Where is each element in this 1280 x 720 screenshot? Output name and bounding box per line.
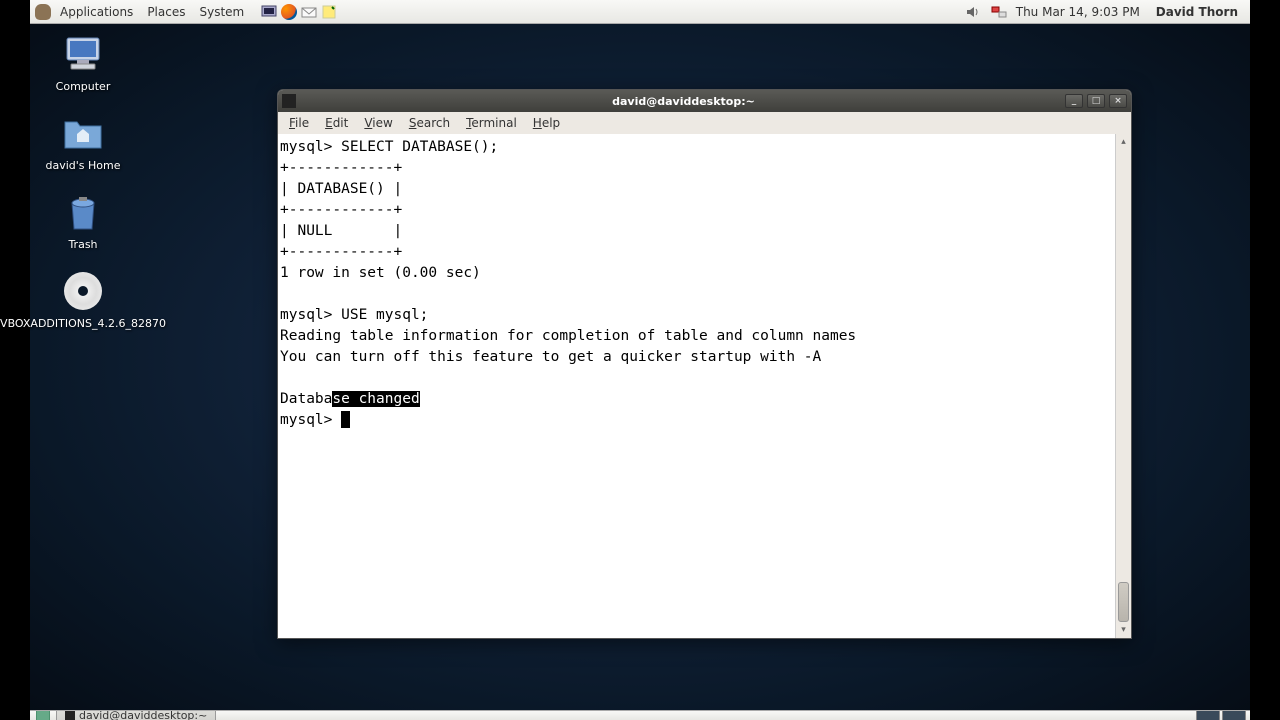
applications-menu[interactable]: Applications	[54, 3, 139, 21]
gnome-menu-icon[interactable]	[34, 3, 52, 21]
clock[interactable]: Thu Mar 14, 9:03 PM	[1016, 5, 1140, 19]
terminal-cursor	[341, 411, 350, 428]
selected-text: se changed	[332, 391, 419, 407]
menu-view[interactable]: View	[357, 114, 399, 132]
scroll-up-icon[interactable]: ▴	[1116, 134, 1131, 150]
desktop-icon-home[interactable]: david's Home	[38, 111, 128, 172]
desktop[interactable]: Applications Places System Thu Mar 14, 9…	[30, 0, 1250, 720]
terminal-window: david@daviddesktop:~ _ □ × File Edit Vie…	[277, 89, 1132, 639]
menu-terminal[interactable]: Terminal	[459, 114, 524, 132]
show-desktop-icon[interactable]	[34, 710, 52, 720]
desktop-icon-vbox[interactable]: VBOXADDITIONS_4.2.6_82870	[38, 269, 128, 330]
scroll-down-icon[interactable]: ▾	[1116, 622, 1131, 638]
places-menu[interactable]: Places	[141, 3, 191, 21]
menu-search[interactable]: Search	[402, 114, 457, 132]
system-menu[interactable]: System	[193, 3, 250, 21]
desktop-icon-label: VBOXADDITIONS_4.2.6_82870	[0, 317, 166, 330]
menu-edit[interactable]: Edit	[318, 114, 355, 132]
user-menu[interactable]: David Thorn	[1148, 5, 1246, 19]
desktop-icon-label: Computer	[56, 80, 111, 93]
menu-file[interactable]: File	[282, 114, 316, 132]
terminal-icon	[282, 94, 296, 108]
firefox-icon[interactable]	[280, 3, 298, 21]
scroll-thumb[interactable]	[1118, 582, 1129, 622]
screenshot-icon[interactable]	[260, 3, 278, 21]
top-panel: Applications Places System Thu Mar 14, 9…	[30, 0, 1250, 24]
menubar: File Edit View Search Terminal Help	[278, 112, 1131, 134]
bottom-panel: david@daviddesktop:~	[30, 710, 1250, 720]
minimize-button[interactable]: _	[1065, 94, 1083, 108]
desktop-icon-label: david's Home	[45, 159, 120, 172]
maximize-button[interactable]: □	[1087, 94, 1105, 108]
desktop-icon-label: Trash	[68, 238, 97, 251]
notes-icon[interactable]	[320, 3, 338, 21]
taskbar-item-terminal[interactable]: david@daviddesktop:~	[56, 710, 216, 720]
close-button[interactable]: ×	[1109, 94, 1127, 108]
workspace-switcher[interactable]	[1196, 710, 1246, 720]
volume-icon[interactable]	[964, 3, 982, 21]
terminal-output[interactable]: mysql> SELECT DATABASE(); +------------+…	[278, 134, 1115, 638]
scrollbar[interactable]: ▴▾	[1115, 134, 1131, 638]
cd-icon	[64, 272, 102, 310]
menu-help[interactable]: Help	[526, 114, 567, 132]
network-icon[interactable]	[990, 3, 1008, 21]
titlebar[interactable]: david@daviddesktop:~ _ □ ×	[278, 90, 1131, 112]
window-title: david@daviddesktop:~	[302, 95, 1065, 108]
mail-icon[interactable]	[300, 3, 318, 21]
desktop-icon-computer[interactable]: Computer	[38, 32, 128, 93]
desktop-icon-trash[interactable]: Trash	[38, 190, 128, 251]
